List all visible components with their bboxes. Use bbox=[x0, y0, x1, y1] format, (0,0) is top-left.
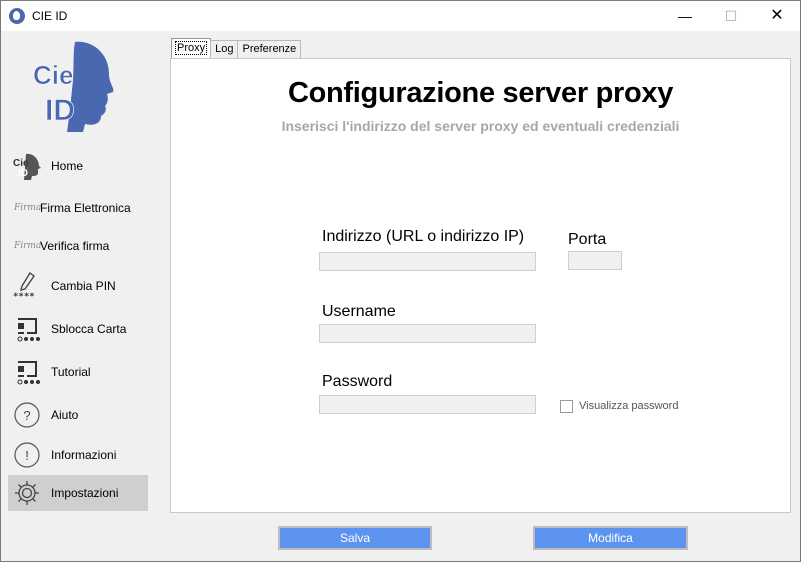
sidebar-item-label: Cambia PIN bbox=[51, 279, 116, 293]
settings-tabs: Proxy Log Preferenze bbox=[171, 38, 302, 58]
cie-id-logo: Cie ID bbox=[33, 41, 114, 132]
logo-text-cie: Cie bbox=[33, 60, 73, 90]
sidebar-item-home[interactable]: Cie ID Home bbox=[8, 148, 148, 184]
gear-icon bbox=[12, 478, 42, 508]
sidebar: Cie ID Cie ID Home Firma Firma Elettronic… bbox=[1, 32, 153, 561]
logo-text-id: ID bbox=[45, 94, 75, 127]
address-input[interactable] bbox=[319, 252, 536, 271]
tab-label: Log bbox=[215, 43, 234, 55]
sidebar-item-impostazioni[interactable]: Impostazioni bbox=[8, 475, 148, 511]
tab-log[interactable]: Log bbox=[210, 40, 239, 58]
port-label: Porta bbox=[568, 231, 607, 248]
proxy-settings-panel: Configurazione server proxy Inserisci l'… bbox=[170, 58, 791, 513]
question-circle-icon: ? bbox=[12, 400, 42, 430]
sidebar-item-label: Sblocca Carta bbox=[51, 322, 127, 336]
minimize-button[interactable]: — bbox=[662, 1, 708, 31]
tutorial-icon bbox=[12, 357, 42, 387]
sidebar-item-label: Firma Elettronica bbox=[40, 201, 131, 215]
info-circle-icon: ! bbox=[12, 440, 42, 470]
sidebar-item-cambia-pin[interactable]: **** Cambia PIN bbox=[8, 268, 148, 304]
svg-text:?: ? bbox=[23, 408, 30, 423]
tab-label: Proxy bbox=[174, 41, 208, 55]
svg-text:****: **** bbox=[13, 292, 35, 301]
show-password-label: Visualizza password bbox=[579, 400, 679, 412]
sidebar-item-informazioni[interactable]: ! Informazioni bbox=[8, 437, 148, 473]
sidebar-item-label: Aiuto bbox=[51, 408, 79, 422]
signature-icon: Firma bbox=[14, 203, 42, 213]
svg-text:ID: ID bbox=[18, 168, 28, 179]
sidebar-item-label: Verifica firma bbox=[40, 239, 110, 253]
cie-app-icon bbox=[9, 8, 25, 24]
tab-preferenze[interactable]: Preferenze bbox=[237, 40, 302, 58]
close-button[interactable]: ✕ bbox=[754, 1, 800, 31]
page-title: Configurazione server proxy bbox=[287, 77, 674, 109]
edit-button[interactable]: Modifica bbox=[533, 526, 688, 550]
username-label: Username bbox=[322, 303, 396, 320]
title-bar: CIE ID — ☐ ✕ bbox=[1, 1, 800, 31]
window-title: CIE ID bbox=[32, 9, 68, 23]
sidebar-item-tutorial[interactable]: Tutorial bbox=[8, 354, 148, 390]
password-input[interactable] bbox=[319, 395, 536, 414]
password-label: Password bbox=[322, 373, 393, 390]
sidebar-item-sblocca-carta[interactable]: Sblocca Carta bbox=[8, 311, 148, 347]
app-window: CIE ID — ☐ ✕ Cie ID Cie ID Home Firma Fir… bbox=[0, 0, 801, 562]
maximize-button[interactable]: ☐ bbox=[708, 1, 754, 31]
card-unlock-icon bbox=[12, 314, 42, 344]
sidebar-item-aiuto[interactable]: ? Aiuto bbox=[8, 397, 148, 433]
port-input[interactable] bbox=[568, 251, 622, 270]
pencil-pin-icon: **** bbox=[12, 271, 42, 301]
page-subtitle: Inserisci l'indirizzo del server proxy e… bbox=[281, 118, 680, 134]
tab-label: Preferenze bbox=[242, 43, 297, 55]
svg-text:!: ! bbox=[25, 448, 29, 463]
sidebar-item-label: Tutorial bbox=[51, 365, 91, 379]
show-password-checkbox[interactable] bbox=[560, 400, 573, 413]
sidebar-item-label: Impostazioni bbox=[51, 486, 119, 500]
tab-proxy[interactable]: Proxy bbox=[171, 38, 212, 58]
sidebar-item-firma-elettronica[interactable]: Firma Firma Elettronica bbox=[8, 190, 148, 226]
sidebar-item-label: Home bbox=[51, 159, 84, 173]
sidebar-item-verifica-firma[interactable]: Firma Verifica firma bbox=[8, 228, 148, 264]
username-input[interactable] bbox=[319, 324, 536, 343]
save-button[interactable]: Salva bbox=[278, 526, 432, 550]
address-label: Indirizzo (URL o indirizzo IP) bbox=[322, 228, 525, 245]
cie-id-icon: Cie ID bbox=[12, 151, 42, 181]
sidebar-item-label: Informazioni bbox=[51, 448, 117, 462]
signature-icon: Firma bbox=[14, 241, 42, 251]
